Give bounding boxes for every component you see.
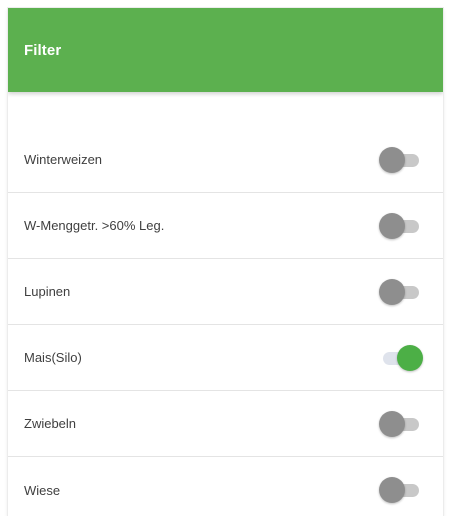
switch-thumb [379,278,405,305]
filter-label: Wiese [24,482,61,498]
filter-item-lupinen[interactable]: Lupinen [8,259,443,325]
filter-label: Lupinen [24,284,71,299]
filter-item-winterweizen[interactable]: Winterweizen [8,127,443,193]
filter-item-zwiebeln[interactable]: Zwiebeln [8,391,443,457]
lupinen-toggle[interactable] [379,278,423,306]
filter-label: Mais(Silo) [24,350,82,365]
app-bar: Filter [8,8,443,92]
winterweizen-toggle[interactable] [379,146,423,174]
mais-silo-toggle[interactable] [379,344,423,372]
filter-list: Winterweizen W-Menggetr. >60% Leg. Lupin… [8,127,443,516]
zwiebeln-toggle[interactable] [379,410,423,438]
switch-thumb [379,146,405,173]
filter-item-w-menggetr[interactable]: W-Menggetr. >60% Leg. [8,193,443,259]
filter-item-mais-silo[interactable]: Mais(Silo) [8,325,443,391]
switch-thumb [379,477,405,503]
w-menggetr-toggle[interactable] [379,212,423,240]
switch-thumb [379,410,405,437]
filter-label: W-Menggetr. >60% Leg. [24,218,165,233]
switch-thumb [379,212,405,239]
filter-label: Winterweizen [24,152,103,167]
filter-label: Zwiebeln [24,416,77,431]
wiese-toggle[interactable] [379,476,423,504]
filter-item-wiese[interactable]: Wiese [8,457,443,516]
switch-thumb [397,344,423,371]
filter-screen: Filter Winterweizen W-Menggetr. >60% Leg… [8,8,443,516]
page-title: Filter [24,41,62,59]
